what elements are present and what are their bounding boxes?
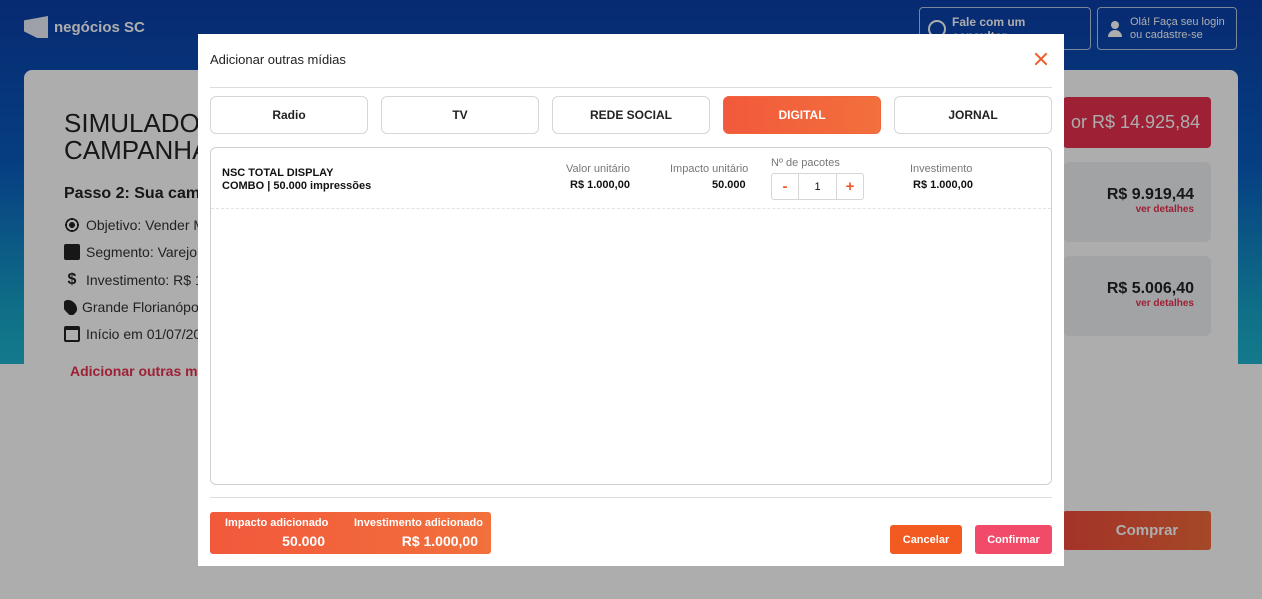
tab-jornal[interactable]: JORNAL [894, 96, 1052, 134]
packages-stepper: - 1 + [771, 173, 864, 200]
media-tabs: Radio TV REDE SOCIAL DIGITAL JORNAL [210, 96, 1052, 134]
unit-value: R$ 1.000,00 [570, 179, 630, 191]
header-divider [210, 87, 1052, 88]
media-list[interactable]: NSC TOTAL DISPLAY COMBO | 50.000 impress… [210, 147, 1052, 485]
impact-added-label: Impacto adicionado [225, 517, 329, 529]
unit-value-label: Valor unitário [566, 163, 630, 175]
footer-divider [210, 497, 1052, 498]
tab-rede-social[interactable]: REDE SOCIAL [552, 96, 710, 134]
unit-impact: 50.000 [712, 179, 746, 191]
increment-button[interactable]: + [837, 174, 863, 199]
product-name: NSC TOTAL DISPLAY [222, 167, 334, 179]
product-description: COMBO | 50.000 impressões [222, 180, 372, 192]
investment-value: R$ 1.000,00 [913, 179, 973, 191]
investment-added-value: R$ 1.000,00 [401, 533, 478, 549]
cancel-button[interactable]: Cancelar [890, 525, 962, 554]
close-icon[interactable] [1032, 50, 1050, 68]
add-media-modal: Adicionar outras mídias Radio TV REDE SO… [198, 34, 1064, 566]
tab-tv[interactable]: TV [381, 96, 539, 134]
tab-radio[interactable]: Radio [210, 96, 368, 134]
packages-label: Nº de pacotes [771, 157, 840, 169]
unit-impact-label: Impacto unitário [670, 163, 749, 175]
confirm-button[interactable]: Confirmar [975, 525, 1052, 554]
decrement-button[interactable]: - [772, 174, 798, 199]
packages-value[interactable]: 1 [798, 174, 837, 199]
investment-label: Investimento [910, 163, 973, 175]
tab-digital[interactable]: DIGITAL [723, 96, 881, 134]
added-summary-badge: Impacto adicionado 50.000 Investimento a… [210, 512, 491, 554]
media-item-row: NSC TOTAL DISPLAY COMBO | 50.000 impress… [211, 148, 1051, 209]
modal-title: Adicionar outras mídias [210, 52, 346, 67]
impact-added-value: 50.000 [282, 533, 325, 549]
investment-added-label: Investimento adicionado [354, 517, 483, 529]
